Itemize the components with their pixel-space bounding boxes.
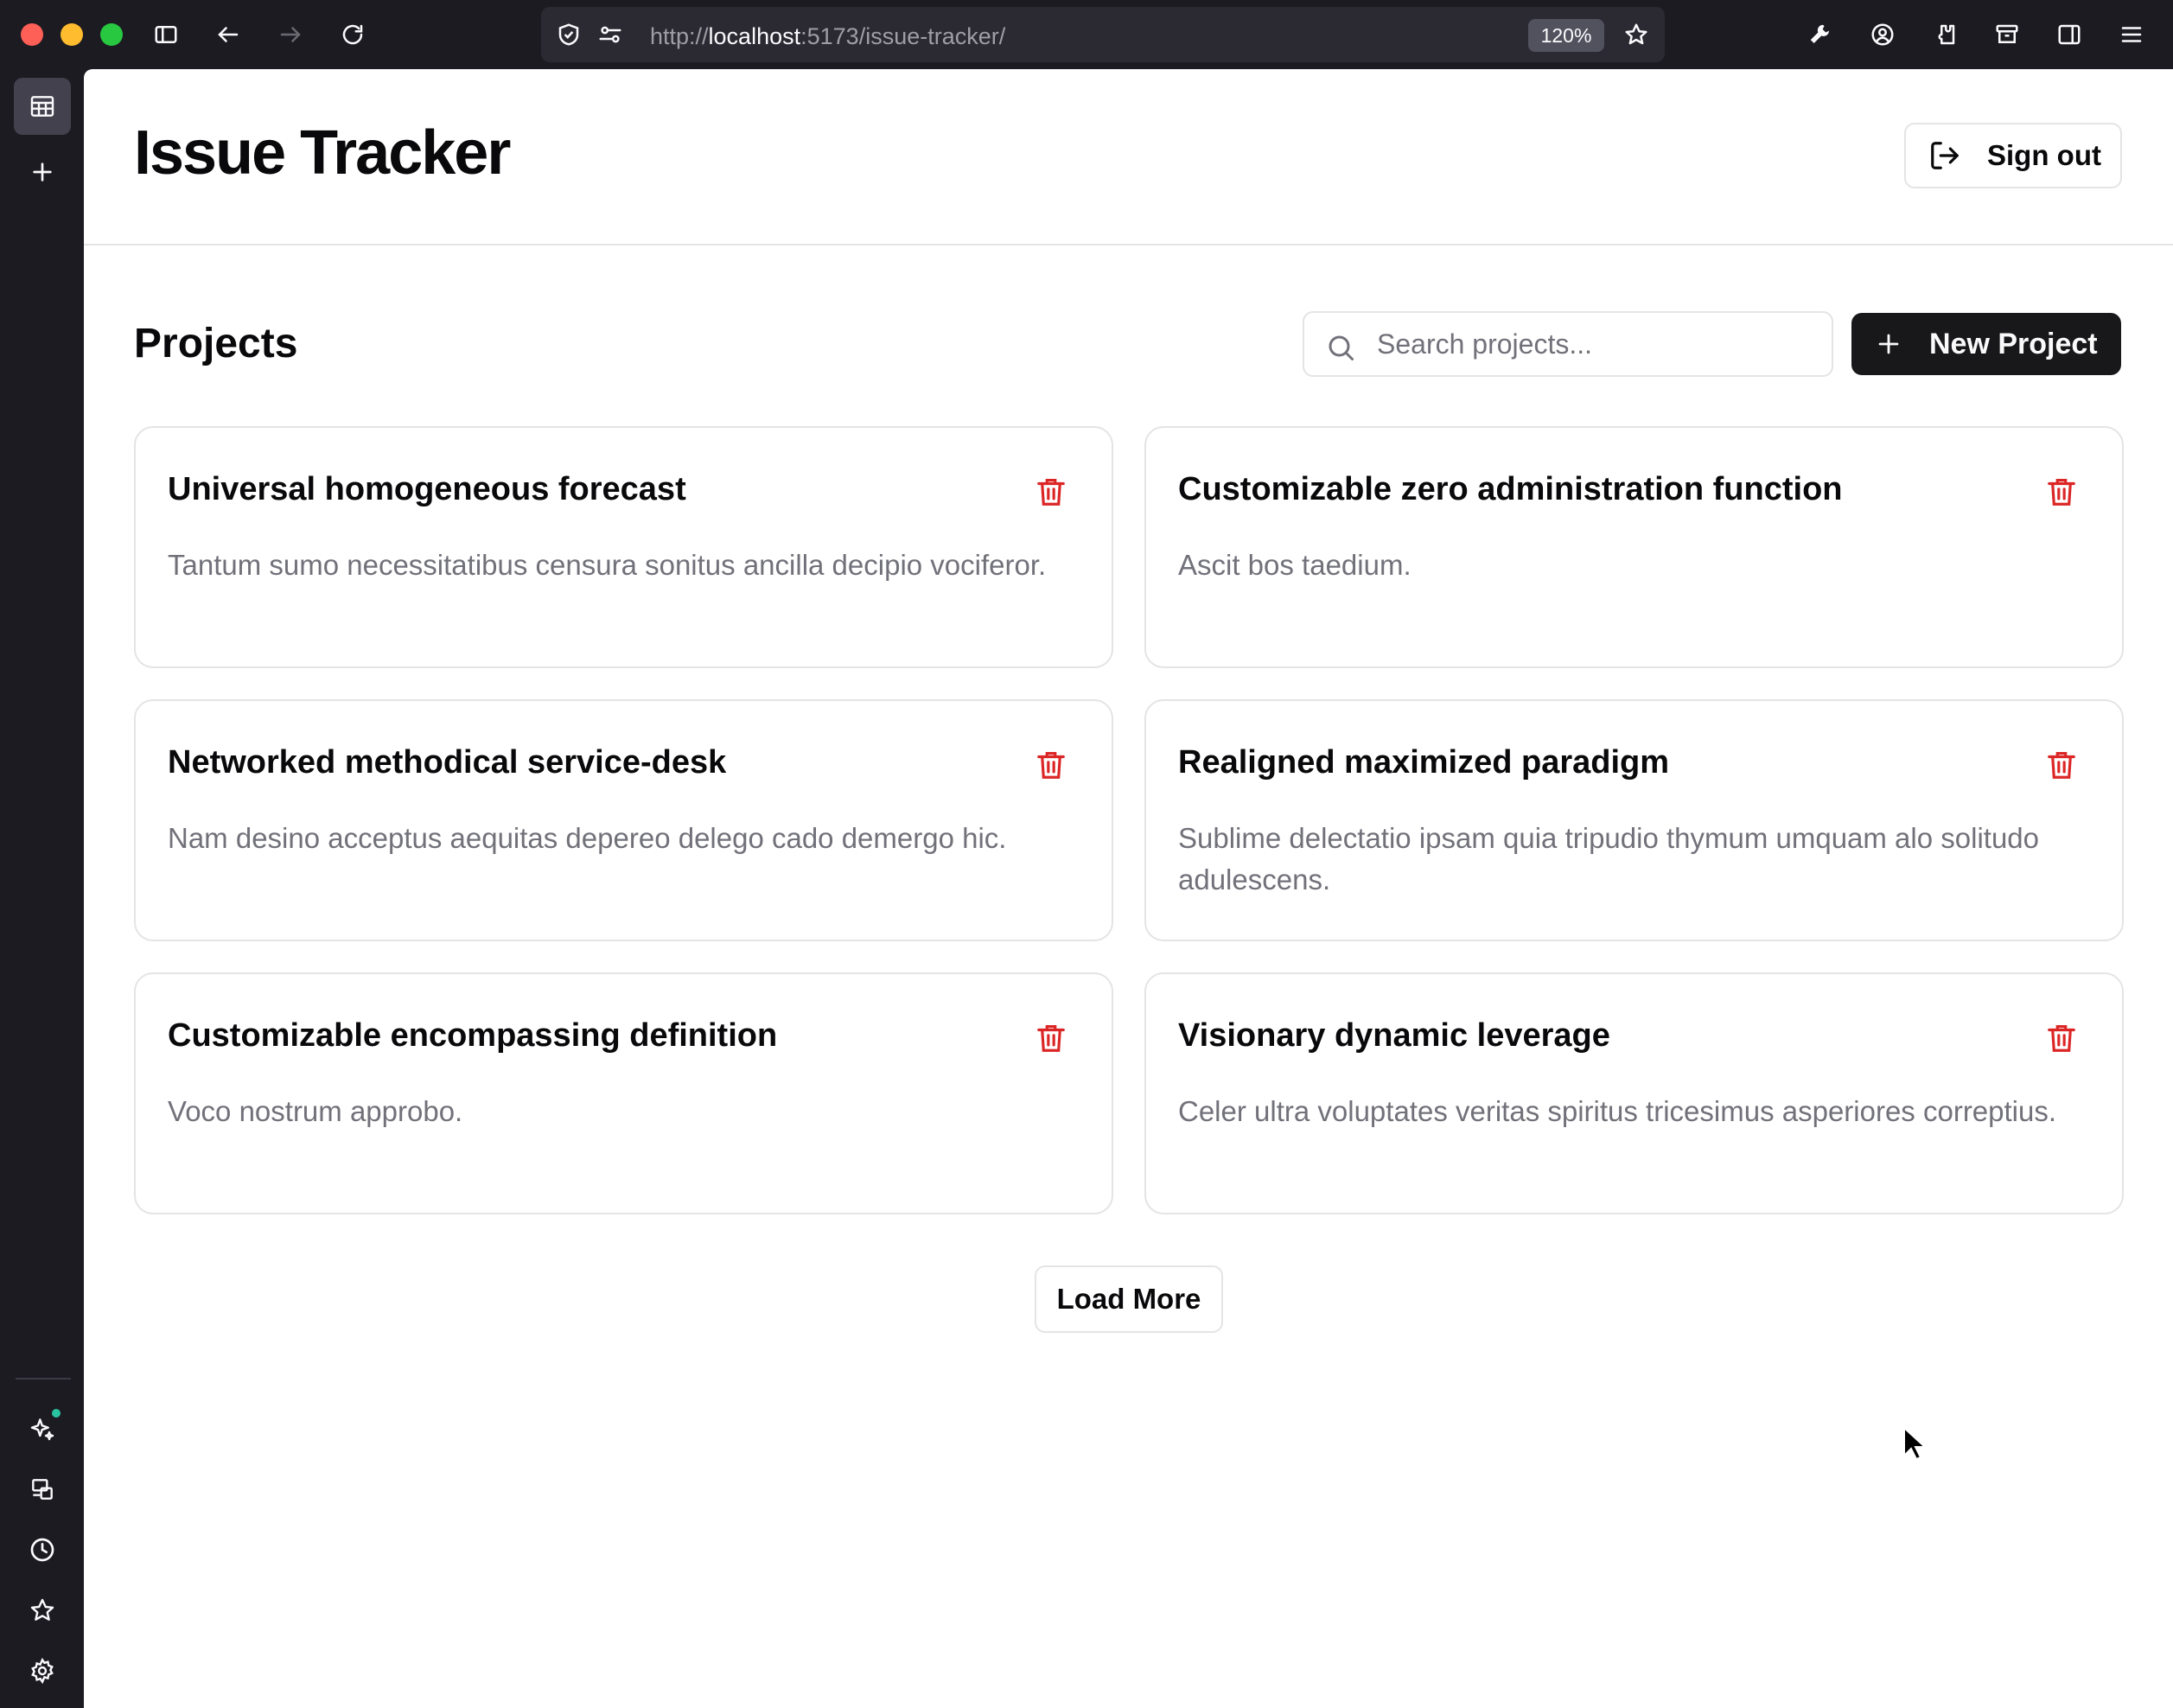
trash-icon	[1037, 478, 1065, 506]
delete-project-button[interactable]	[2044, 1019, 2079, 1057]
trash-icon	[2048, 751, 2075, 779]
wrench-icon[interactable]	[1803, 17, 1838, 52]
shield-icon[interactable]	[551, 17, 586, 52]
load-more-button[interactable]: Load More	[1035, 1265, 1223, 1333]
project-description: Tantum sumo necessitatibus censura sonit…	[168, 549, 1047, 581]
extensions-icon[interactable]	[1928, 17, 1962, 52]
search-projects-input[interactable]	[1377, 313, 1818, 375]
project-title: Networked methodical service-desk	[168, 744, 727, 781]
projects-heading: Projects	[134, 321, 298, 366]
project-description: Voco nostrum approbo.	[168, 1095, 463, 1127]
bookmark-star-icon[interactable]	[1619, 17, 1654, 52]
trash-icon	[1037, 751, 1065, 779]
sign-out-label: Sign out	[1987, 139, 2101, 171]
project-title: Realigned maximized paradigm	[1178, 744, 1670, 781]
browser-sidebar	[0, 69, 84, 1708]
new-tab-plus-icon[interactable]	[14, 143, 71, 201]
window-close-button[interactable]	[21, 23, 43, 46]
browser-titlebar: http://localhost:5173/issue-tracker/ 120…	[0, 0, 2173, 69]
plus-icon	[1878, 334, 1899, 354]
synced-devices-icon[interactable]	[14, 1461, 71, 1518]
back-icon[interactable]	[211, 17, 245, 52]
url-text: http://localhost:5173/issue-tracker/	[650, 23, 1006, 49]
project-card[interactable]: Universal homogeneous forecast Tantum su…	[134, 426, 1113, 668]
archive-icon[interactable]	[1990, 17, 2024, 52]
site-permissions-icon[interactable]	[593, 17, 628, 52]
trash-icon	[1037, 1024, 1065, 1052]
project-card[interactable]: Networked methodical service-desk Nam de…	[134, 699, 1113, 941]
delete-project-button[interactable]	[1034, 473, 1068, 511]
tab-favicon-issue-tracker[interactable]	[14, 78, 71, 135]
settings-gear-icon[interactable]	[14, 1642, 71, 1699]
window-zoom-button[interactable]	[100, 23, 123, 46]
log-out-icon	[1931, 142, 1959, 169]
window-minimize-button[interactable]	[61, 23, 83, 46]
project-description: Nam desino acceptus aequitas depereo del…	[168, 822, 1007, 854]
sidebar-divider	[16, 1378, 71, 1380]
page-viewport: Issue Tracker Sign out Projects New Proj…	[84, 69, 2173, 1708]
project-description: Ascit bos taedium.	[1178, 549, 1411, 581]
mouse-cursor-icon	[1903, 1426, 1927, 1461]
menu-icon[interactable]	[2114, 17, 2149, 52]
delete-project-button[interactable]	[1034, 746, 1068, 784]
project-card[interactable]: Visionary dynamic leverage Celer ultra v…	[1144, 972, 2124, 1214]
address-bar[interactable]: http://localhost:5173/issue-tracker/ 120…	[541, 7, 1665, 62]
ai-sparkle-icon[interactable]	[14, 1400, 71, 1457]
bookmarks-star-icon[interactable]	[14, 1582, 71, 1639]
project-title: Universal homogeneous forecast	[168, 471, 686, 507]
zoom-level-badge[interactable]: 120%	[1528, 19, 1604, 52]
app-title: Issue Tracker	[134, 118, 511, 188]
reload-icon[interactable]	[335, 17, 370, 52]
project-card[interactable]: Customizable zero administration functio…	[1144, 426, 2124, 668]
delete-project-button[interactable]	[2044, 473, 2079, 511]
search-icon	[1329, 335, 1354, 360]
trash-icon	[2048, 1024, 2075, 1052]
account-icon[interactable]	[1865, 17, 1900, 52]
project-card[interactable]: Customizable encompassing definition Voc…	[134, 972, 1113, 1214]
project-title: Visionary dynamic leverage	[1178, 1017, 1610, 1054]
project-card[interactable]: Realigned maximized paradigm Sublime del…	[1144, 699, 2124, 941]
delete-project-button[interactable]	[2044, 746, 2079, 784]
notification-dot	[52, 1409, 61, 1418]
delete-project-button[interactable]	[1034, 1019, 1068, 1057]
projects-grid: Universal homogeneous forecast Tantum su…	[134, 426, 2124, 1214]
app-header: Issue Tracker Sign out	[84, 69, 2173, 245]
project-title: Customizable zero administration functio…	[1178, 471, 1843, 507]
new-project-label: New Project	[1929, 327, 2098, 360]
forward-icon[interactable]	[273, 17, 308, 52]
project-description: Sublime delectatio ipsam quia tripudio t…	[1178, 822, 2040, 895]
sign-out-button[interactable]: Sign out	[1904, 123, 2122, 188]
new-project-button[interactable]: New Project	[1851, 313, 2121, 375]
split-view-icon[interactable]	[2052, 17, 2087, 52]
search-box	[1303, 311, 1833, 377]
project-description: Celer ultra voluptates veritas spiritus …	[1178, 1095, 2057, 1127]
trash-icon	[2048, 478, 2075, 506]
history-clock-icon[interactable]	[14, 1521, 71, 1578]
sidebar-toggle-icon[interactable]	[149, 17, 183, 52]
project-title: Customizable encompassing definition	[168, 1017, 778, 1054]
